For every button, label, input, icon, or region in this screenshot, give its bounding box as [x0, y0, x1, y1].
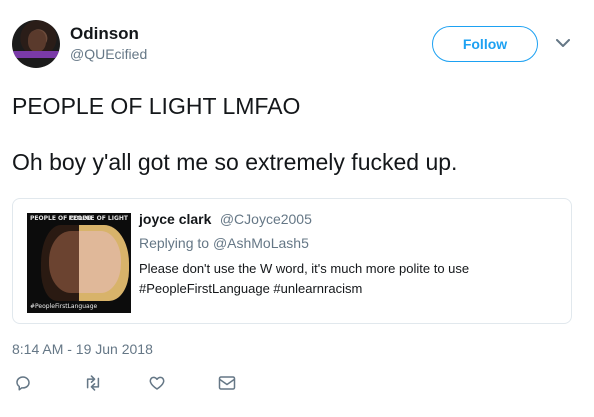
quoted-author: joyce clark @CJoyce2005 [139, 211, 559, 229]
author-display-name[interactable]: Odinson [70, 24, 147, 44]
tweet-text: PEOPLE OF LIGHT LMFAO Oh boy y'all got m… [12, 90, 578, 178]
retweet-icon[interactable] [82, 372, 104, 394]
avatar[interactable] [12, 20, 60, 68]
replying-prefix: Replying to [139, 235, 213, 251]
image-footer: #PeopleFirstLanguage [30, 303, 98, 310]
tweet-text-line2: Oh boy y'all got me so extremely fucked … [12, 149, 458, 175]
quoted-text-line2: #PeopleFirstLanguage #unlearnracism [139, 281, 363, 296]
message-icon[interactable] [216, 372, 238, 394]
author-names: Odinson @QUEcified [70, 24, 147, 64]
tweet-header: Odinson @QUEcified Follow [12, 20, 582, 72]
image-face-right [79, 231, 121, 293]
quoted-text-line1: Please don't use the W word, it's much m… [139, 261, 470, 276]
tweet-actions [12, 372, 238, 394]
replying-handle[interactable]: @AshMoLash5 [213, 235, 309, 251]
quoted-handle[interactable]: @CJoyce2005 [220, 211, 312, 227]
quoted-tweet-image[interactable]: PEOPLE OF COLOR PEOPLE OF LIGHT #PeopleF… [27, 213, 131, 313]
reply-icon[interactable] [12, 372, 34, 394]
quoted-display-name[interactable]: joyce clark [139, 211, 211, 227]
replying-to: Replying to @AshMoLash5 [139, 235, 559, 251]
quoted-text: Please don't use the W word, it's much m… [139, 259, 559, 299]
quoted-tweet-body: joyce clark @CJoyce2005 Replying to @Ash… [139, 211, 559, 299]
image-label-right: PEOPLE OF LIGHT [68, 215, 128, 222]
chevron-down-icon[interactable] [552, 32, 574, 54]
like-icon[interactable] [146, 372, 168, 394]
avatar-band [12, 51, 60, 58]
tweet-text-line1: PEOPLE OF LIGHT LMFAO [12, 93, 301, 119]
avatar-face [28, 30, 46, 52]
author-handle[interactable]: @QUEcified [70, 44, 147, 64]
quoted-tweet[interactable]: PEOPLE OF COLOR PEOPLE OF LIGHT #PeopleF… [12, 198, 572, 324]
follow-button[interactable]: Follow [432, 26, 538, 62]
timestamp[interactable]: 8:14 AM - 19 Jun 2018 [12, 341, 153, 357]
